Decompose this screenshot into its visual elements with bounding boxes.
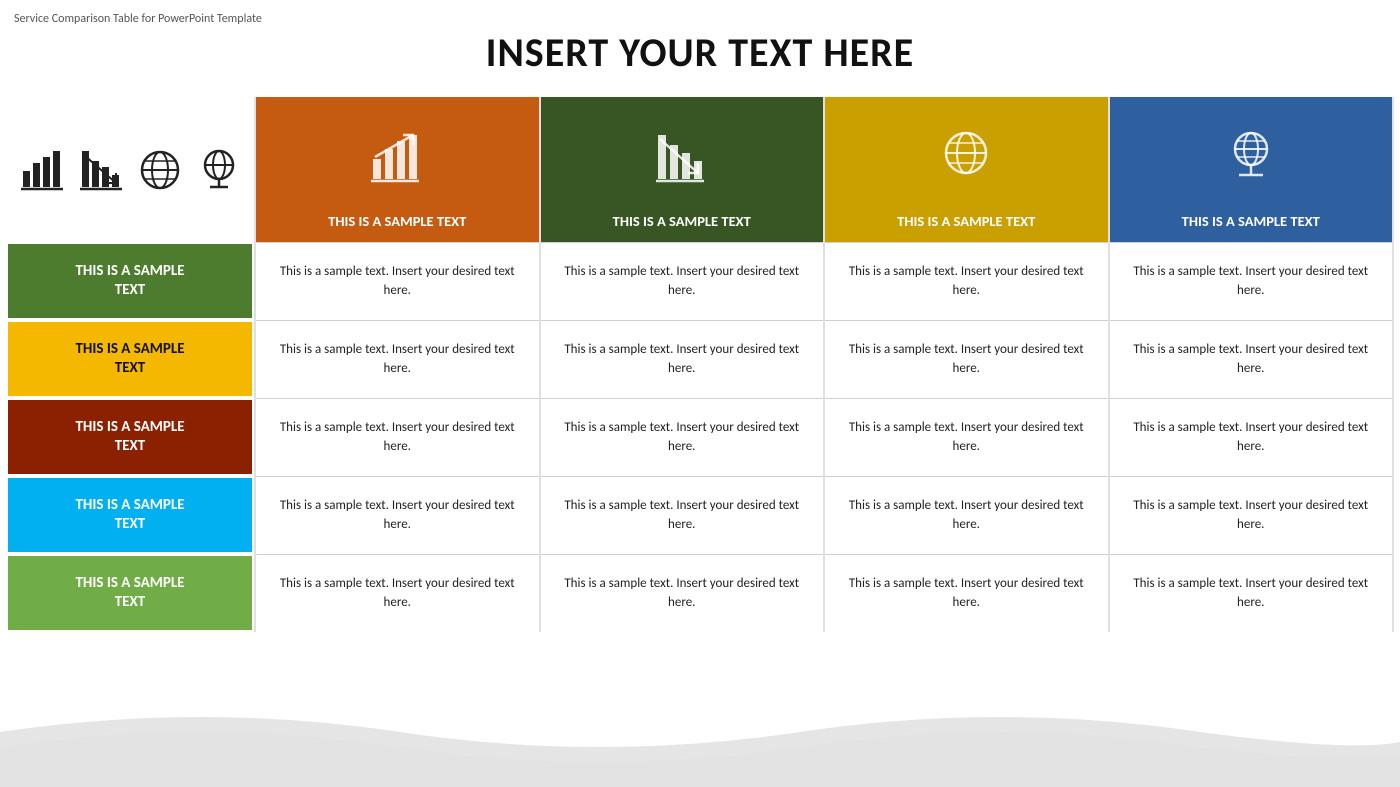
col1-header-text: THIS IS A SAMPLE TEXT <box>328 213 466 230</box>
cell-1-2: This is a sample text. Insert your desir… <box>256 320 539 398</box>
cell-4-5: This is a sample text. Insert your desir… <box>1110 554 1393 632</box>
data-column-1: THIS IS A SAMPLE TEXT This is a sample t… <box>254 97 539 632</box>
col-header-1: THIS IS A SAMPLE TEXT <box>256 97 539 242</box>
cell-2-3: This is a sample text. Insert your desir… <box>541 398 824 476</box>
col-header-2: THIS IS A SAMPLE TEXT <box>541 97 824 242</box>
row-label-4: THIS IS A SAMPLETEXT <box>6 476 254 554</box>
icon-block <box>6 97 254 242</box>
cell-4-1: This is a sample text. Insert your desir… <box>1110 242 1393 320</box>
cell-2-2: This is a sample text. Insert your desir… <box>541 320 824 398</box>
col4-icon <box>1221 107 1281 207</box>
cell-3-1: This is a sample text. Insert your desir… <box>825 242 1108 320</box>
template-label: Service Comparison Table for PowerPoint … <box>14 12 262 26</box>
col-header-4: THIS IS A SAMPLE TEXT <box>1110 97 1393 242</box>
col1-icon <box>367 107 427 207</box>
row-label-1: THIS IS A SAMPLETEXT <box>6 242 254 320</box>
cell-3-2: This is a sample text. Insert your desir… <box>825 320 1108 398</box>
cell-1-5: This is a sample text. Insert your desir… <box>256 554 539 632</box>
bar-chart-icon <box>14 142 69 197</box>
cell-2-4: This is a sample text. Insert your desir… <box>541 476 824 554</box>
cell-3-5: This is a sample text. Insert your desir… <box>825 554 1108 632</box>
left-column: THIS IS A SAMPLETEXT THIS IS A SAMPLETEX… <box>6 97 254 632</box>
comparison-table: THIS IS A SAMPLETEXT THIS IS A SAMPLETEX… <box>6 97 1394 632</box>
col3-icon <box>936 107 996 207</box>
cell-1-3: This is a sample text. Insert your desir… <box>256 398 539 476</box>
cell-4-4: This is a sample text. Insert your desir… <box>1110 476 1393 554</box>
cell-4-2: This is a sample text. Insert your desir… <box>1110 320 1393 398</box>
cell-3-4: This is a sample text. Insert your desir… <box>825 476 1108 554</box>
cell-2-1: This is a sample text. Insert your desir… <box>541 242 824 320</box>
cell-3-3: This is a sample text. Insert your desir… <box>825 398 1108 476</box>
col2-icon <box>652 107 712 207</box>
wave-decoration <box>0 692 1400 787</box>
col4-header-text: THIS IS A SAMPLE TEXT <box>1182 213 1320 230</box>
data-column-4: THIS IS A SAMPLE TEXT This is a sample t… <box>1108 97 1395 632</box>
globe-stand-icon <box>191 142 246 197</box>
cell-1-1: This is a sample text. Insert your desir… <box>256 242 539 320</box>
row-label-5: THIS IS A SAMPLETEXT <box>6 554 254 632</box>
cell-2-5: This is a sample text. Insert your desir… <box>541 554 824 632</box>
data-column-3: THIS IS A SAMPLE TEXT This is a sample t… <box>823 97 1108 632</box>
bar-chart-down-icon <box>73 142 128 197</box>
cell-1-4: This is a sample text. Insert your desir… <box>256 476 539 554</box>
cell-4-3: This is a sample text. Insert your desir… <box>1110 398 1393 476</box>
row-label-3: THIS IS A SAMPLETEXT <box>6 398 254 476</box>
globe-icon <box>132 142 187 197</box>
col2-header-text: THIS IS A SAMPLE TEXT <box>613 213 751 230</box>
col-header-3: THIS IS A SAMPLE TEXT <box>825 97 1108 242</box>
col3-header-text: THIS IS A SAMPLE TEXT <box>897 213 1035 230</box>
row-label-2: THIS IS A SAMPLETEXT <box>6 320 254 398</box>
data-column-2: THIS IS A SAMPLE TEXT This is a sample t… <box>539 97 824 632</box>
